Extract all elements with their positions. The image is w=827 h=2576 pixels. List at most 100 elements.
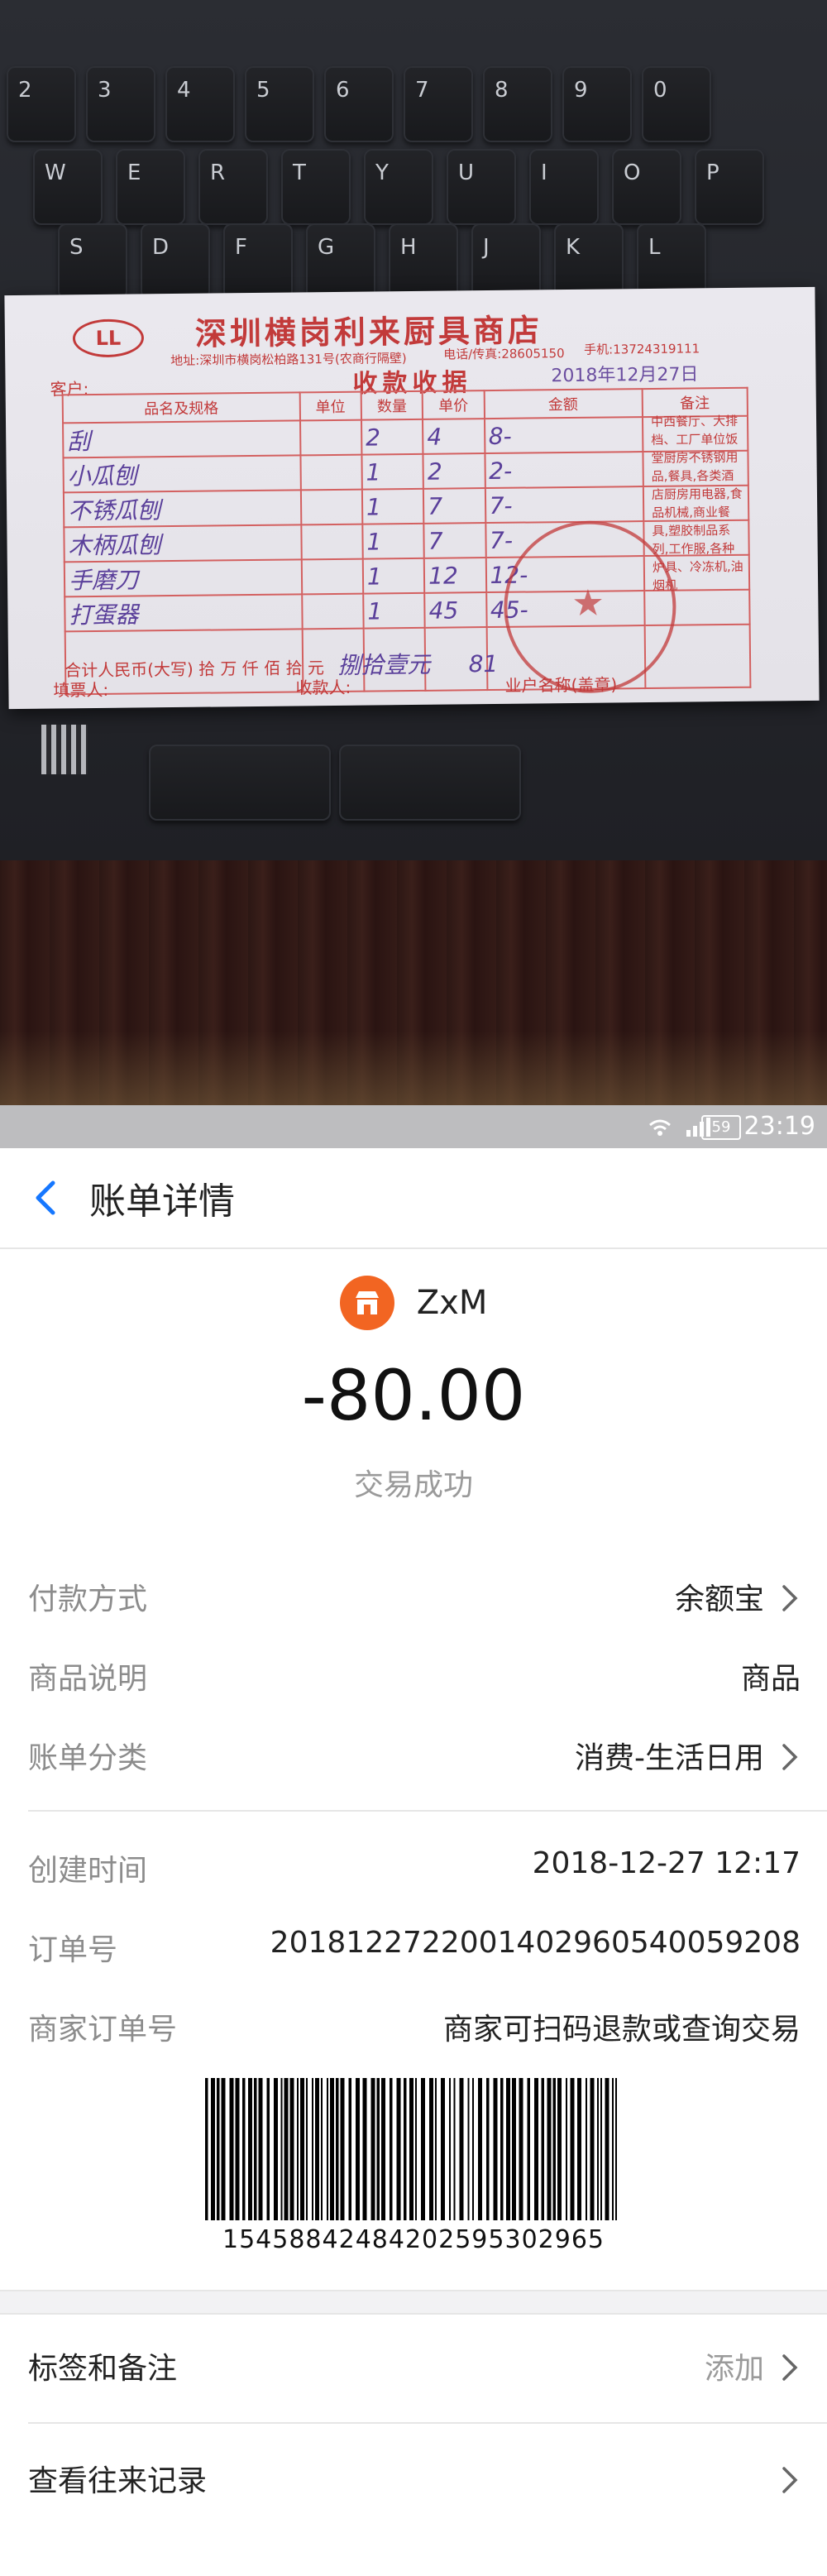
section-divider [28, 1810, 827, 1812]
keyboard-key: J [471, 223, 541, 299]
barcode-bar [376, 2078, 380, 2220]
merchant-info: ZxM [0, 1276, 827, 1330]
barcode-bar [306, 2078, 308, 2220]
keyboard-key: Y [364, 149, 433, 225]
barcode-bar [327, 2078, 328, 2220]
keyboard-key: 4 [165, 66, 235, 142]
created-time-label: 创建时间 [28, 1854, 148, 1888]
chevron-right-icon [782, 2354, 798, 2381]
barcode-bar [615, 2078, 617, 2220]
keyboard-key: G [306, 223, 375, 299]
keyboard-key [149, 745, 331, 821]
keyboard-key [339, 745, 521, 821]
barcode-bar [467, 2078, 470, 2220]
barcode-bar [370, 2078, 375, 2220]
barcode-bar [348, 2078, 351, 2220]
barcode-bar [284, 2078, 289, 2220]
bill-category-row[interactable]: 账单分类 消费-生活日用 [28, 1734, 801, 1784]
barcode-bar [336, 2078, 339, 2220]
chevron-right-icon [782, 2467, 798, 2493]
barcode-bar [340, 2078, 345, 2220]
barcode-bar [472, 2078, 474, 2220]
back-button[interactable] [23, 1173, 73, 1223]
barcode-bar [421, 2078, 425, 2220]
barcode-bar [321, 2078, 323, 2220]
receipt-photo: 2 3 4 5 6 7 8 9 0 W E R T Y U I O P S D … [0, 0, 827, 1105]
payment-method-label: 付款方式 [28, 1582, 148, 1616]
keyboard-key: 2 [7, 66, 76, 142]
receipt-stamp [503, 520, 677, 694]
barcode-bar [449, 2078, 451, 2220]
history-records-row[interactable]: 查看往来记录 [28, 2457, 801, 2507]
barcode-bar [242, 2078, 246, 2220]
goods-description-label: 商品说明 [28, 1662, 148, 1696]
keyboard-key: P [695, 149, 764, 225]
barcode-bar [280, 2078, 283, 2220]
keyboard-key: 7 [404, 66, 473, 142]
barcode-bar [235, 2078, 240, 2220]
status-bar: 59 23:19 [0, 1105, 827, 1148]
merchant-name: ZxM [416, 1284, 488, 1322]
barcode-bar [527, 2078, 530, 2220]
keyboard-key: I [529, 149, 599, 225]
barcode-bar [254, 2078, 257, 2220]
barcode-bar [453, 2078, 456, 2220]
barcode-bar [381, 2078, 385, 2220]
keyboard-key: F [223, 223, 293, 299]
barcode-bar [229, 2078, 234, 2220]
barcode-bar [274, 2078, 278, 2220]
barcode-bar [409, 2078, 414, 2220]
barcode-bar [441, 2078, 445, 2220]
barcode-bar [547, 2078, 552, 2220]
barcode-bar [362, 2078, 367, 2220]
tags-notes-row[interactable]: 标签和备注 添加 [28, 2344, 801, 2394]
add-tag-button[interactable]: 添加 [705, 2344, 764, 2387]
transaction-amount: -80.00 [301, 1355, 526, 1436]
barcode-bar [597, 2078, 599, 2220]
barcode-bar [248, 2078, 252, 2220]
barcode-image [205, 2078, 617, 2220]
keyboard-key: S [58, 223, 127, 299]
wooden-table-background [0, 860, 827, 1105]
merchant-order-label: 商家订单号 [28, 2013, 178, 2047]
barcode-bar [506, 2078, 510, 2220]
goods-description-row: 商品说明 商品 [28, 1654, 801, 1704]
status-time: 23:19 [743, 1112, 815, 1141]
receipt-col-header: 单位 [299, 391, 361, 421]
barcode-bar [315, 2078, 319, 2220]
barcode-bar [217, 2078, 220, 2220]
payment-method-row[interactable]: 付款方式 余额宝 [28, 1575, 801, 1625]
receipt-col-header: 金额 [484, 389, 643, 419]
created-time-row: 创建时间 2018-12-27 12:17 [28, 1846, 801, 1896]
barcode-bar [312, 2078, 313, 2220]
barcode-bar [500, 2078, 504, 2220]
barcode-bar [221, 2078, 226, 2220]
keyboard-key: W [33, 149, 103, 225]
section-divider [28, 2422, 827, 2424]
keyboard-key: K [554, 223, 624, 299]
barcode-bar [486, 2078, 490, 2220]
barcode-bar [404, 2078, 407, 2220]
receipt-col-header: 单价 [422, 390, 485, 419]
barcode-bar [356, 2078, 360, 2220]
receipt-mobile: 手机:13724319111 [584, 341, 700, 357]
bill-category-value: 消费-生活日用 [575, 1741, 764, 1775]
tags-notes-label: 标签和备注 [28, 2352, 178, 2386]
goods-description-value: 商品 [740, 1662, 801, 1696]
keyboard-key: U [447, 149, 516, 225]
barcode-bar [557, 2078, 562, 2220]
keyboard-key: 0 [642, 66, 711, 142]
battery-icon: 59 [701, 1115, 741, 1140]
barcode-bar [493, 2078, 498, 2220]
receipt-col-header: 数量 [361, 390, 423, 420]
app-header: 账单详情 [0, 1148, 827, 1249]
merchant-order-row: 商家订单号 商家可扫码退款或查询交易 [28, 2005, 801, 2055]
keyboard-key: 8 [483, 66, 552, 142]
chevron-right-icon [782, 1744, 798, 1770]
barcode-bar [600, 2078, 602, 2220]
qr-code-image [41, 725, 88, 774]
receipt-col-header: 品名及规格 [62, 392, 300, 424]
barcode-bar [390, 2078, 393, 2220]
barcode-bar [266, 2078, 270, 2220]
keyboard-key: R [198, 149, 268, 225]
